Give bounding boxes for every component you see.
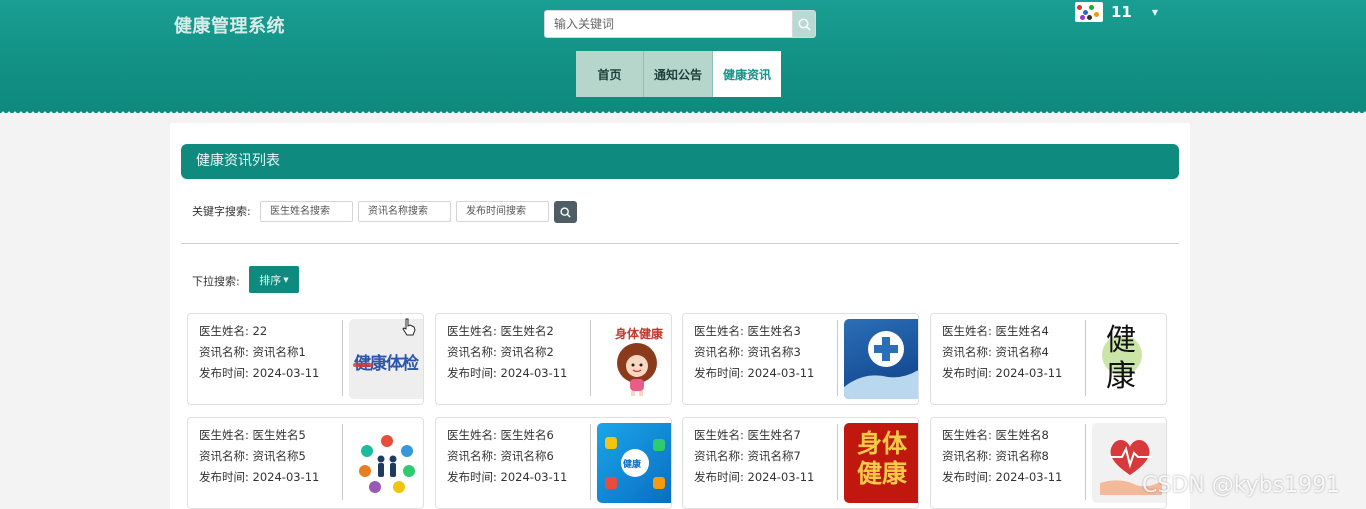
- news-card[interactable]: 医生姓名: 22 资讯名称: 资讯名称1 发布时间: 2024-03-11 健康…: [187, 313, 424, 405]
- card-name: 资讯名称: 资讯名称3: [694, 345, 801, 359]
- card-time: 发布时间: 2024-03-11: [447, 470, 568, 484]
- card-separator: [342, 424, 343, 500]
- main-nav: 首页 通知公告 健康资讯: [576, 51, 781, 97]
- divider: [181, 243, 1179, 244]
- card-time: 发布时间: 2024-03-11: [694, 470, 815, 484]
- card-doctor: 医生姓名: 医生姓名2: [447, 324, 554, 338]
- card-info: 医生姓名: 医生姓名6 资讯名称: 资讯名称6 发布时间: 2024-03-11: [447, 425, 567, 488]
- cartoon-girl-image: [617, 343, 657, 396]
- sort-dropdown-button[interactable]: 排序 ▼: [249, 266, 299, 293]
- card-time: 发布时间: 2024-03-11: [199, 366, 320, 380]
- card-doctor: 医生姓名: 医生姓名5: [199, 428, 306, 442]
- dropdown-search-label: 下拉搜索:: [192, 275, 240, 288]
- card-info: 医生姓名: 医生姓名5 资讯名称: 资讯名称5 发布时间: 2024-03-11: [199, 425, 319, 488]
- card-time: 发布时间: 2024-03-11: [694, 366, 815, 380]
- thumbnail-text: 健康: [1106, 323, 1136, 394]
- card-separator: [837, 424, 838, 500]
- card-thumbnail: 健康: [597, 423, 671, 503]
- search-icon: [560, 206, 571, 218]
- card-name: 资讯名称: 资讯名称5: [199, 449, 306, 463]
- medical-cross-image: [844, 331, 918, 399]
- card-thumbnail: [349, 423, 423, 503]
- nav-home[interactable]: 首页: [576, 51, 644, 97]
- top-header: 健康管理系统 11 ▼ 首页 通知公告 健康资讯: [0, 0, 1366, 113]
- news-card[interactable]: 医生姓名: 医生姓名8 资讯名称: 资讯名称8 发布时间: 2024-03-11: [930, 417, 1167, 509]
- card-doctor: 医生姓名: 22: [199, 324, 268, 338]
- nav-health-news[interactable]: 健康资讯: [713, 51, 781, 97]
- brand-title: 健康管理系统: [174, 16, 285, 37]
- card-time: 发布时间: 2024-03-11: [447, 366, 568, 380]
- news-card[interactable]: 医生姓名: 医生姓名3 资讯名称: 资讯名称3 发布时间: 2024-03-11: [682, 313, 919, 405]
- card-thumbnail: [844, 319, 918, 399]
- hand-cursor-icon: [402, 318, 416, 340]
- publish-time-search-input[interactable]: [456, 201, 549, 222]
- card-info: 医生姓名: 医生姓名2 资讯名称: 资讯名称2 发布时间: 2024-03-11: [447, 321, 567, 384]
- chevron-down-icon: ▼: [1151, 7, 1159, 17]
- nav-notices[interactable]: 通知公告: [644, 51, 713, 97]
- card-name: 资讯名称: 资讯名称8: [942, 449, 1049, 463]
- sort-label: 排序: [259, 273, 282, 287]
- avatar: [1075, 2, 1103, 22]
- card-name: 资讯名称: 资讯名称4: [942, 345, 1049, 359]
- card-info: 医生姓名: 医生姓名4 资讯名称: 资讯名称4 发布时间: 2024-03-11: [942, 321, 1062, 384]
- card-thumbnail: 健康: [1092, 319, 1166, 399]
- card-time: 发布时间: 2024-03-11: [942, 366, 1063, 380]
- news-card[interactable]: 医生姓名: 医生姓名4 资讯名称: 资讯名称4 发布时间: 2024-03-11…: [930, 313, 1167, 405]
- card-time: 发布时间: 2024-03-11: [942, 470, 1063, 484]
- username: 11: [1111, 3, 1132, 21]
- news-card[interactable]: 医生姓名: 医生姓名7 资讯名称: 资讯名称7 发布时间: 2024-03-11…: [682, 417, 919, 509]
- card-name: 资讯名称: 资讯名称1: [199, 345, 306, 359]
- caret-down-icon: ▼: [283, 275, 289, 284]
- news-card[interactable]: 医生姓名: 医生姓名6 资讯名称: 资讯名称6 发布时间: 2024-03-11…: [435, 417, 672, 509]
- list-title: 健康资讯列表: [181, 144, 1179, 179]
- global-search: [544, 10, 816, 38]
- card-doctor: 医生姓名: 医生姓名8: [942, 428, 1049, 442]
- user-menu[interactable]: 11 ▼: [1075, 2, 1158, 22]
- doctor-name-search-input[interactable]: [260, 201, 353, 222]
- card-name: 资讯名称: 资讯名称2: [447, 345, 554, 359]
- card-doctor: 医生姓名: 医生姓名4: [942, 324, 1049, 338]
- global-search-button[interactable]: [792, 10, 816, 38]
- card-info: 医生姓名: 医生姓名3 资讯名称: 资讯名称3 发布时间: 2024-03-11: [694, 321, 814, 384]
- card-time: 发布时间: 2024-03-11: [199, 470, 320, 484]
- search-icon: [798, 18, 811, 31]
- news-card[interactable]: 医生姓名: 医生姓名2 资讯名称: 资讯名称2 发布时间: 2024-03-11…: [435, 313, 672, 405]
- info-name-search-input[interactable]: [358, 201, 451, 222]
- card-name: 资讯名称: 资讯名称6: [447, 449, 554, 463]
- card-separator: [590, 320, 591, 396]
- card-info: 医生姓名: 22 资讯名称: 资讯名称1 发布时间: 2024-03-11: [199, 321, 319, 384]
- keyword-search-button[interactable]: [554, 201, 577, 223]
- global-search-input[interactable]: [544, 10, 792, 38]
- watermark: CSDN @kybs1991: [1142, 473, 1341, 498]
- news-card[interactable]: 医生姓名: 医生姓名5 资讯名称: 资讯名称5 发布时间: 2024-03-11: [187, 417, 424, 509]
- card-separator: [837, 320, 838, 396]
- card-separator: [1085, 320, 1086, 396]
- family-health-icons-image: [359, 435, 415, 493]
- thumbnail-text: 身体健康: [615, 327, 664, 341]
- thumbnail-text: 健康体检: [354, 354, 419, 374]
- card-separator: [590, 424, 591, 500]
- keyword-search-label: 关键字搜索:: [192, 205, 251, 218]
- card-doctor: 医生姓名: 医生姓名6: [447, 428, 554, 442]
- card-thumbnail: 身体健康: [844, 423, 918, 503]
- thumbnail-text: 健康: [623, 460, 642, 470]
- card-thumbnail: 身体健康: [597, 319, 671, 399]
- card-separator: [342, 320, 343, 396]
- thumbnail-text: 身体健康: [856, 429, 907, 488]
- card-doctor: 医生姓名: 医生姓名7: [694, 428, 801, 442]
- card-doctor: 医生姓名: 医生姓名3: [694, 324, 801, 338]
- card-info: 医生姓名: 医生姓名8 资讯名称: 资讯名称8 发布时间: 2024-03-11: [942, 425, 1062, 488]
- card-name: 资讯名称: 资讯名称7: [694, 449, 801, 463]
- card-separator: [1085, 424, 1086, 500]
- card-info: 医生姓名: 医生姓名7 资讯名称: 资讯名称7 发布时间: 2024-03-11: [694, 425, 814, 488]
